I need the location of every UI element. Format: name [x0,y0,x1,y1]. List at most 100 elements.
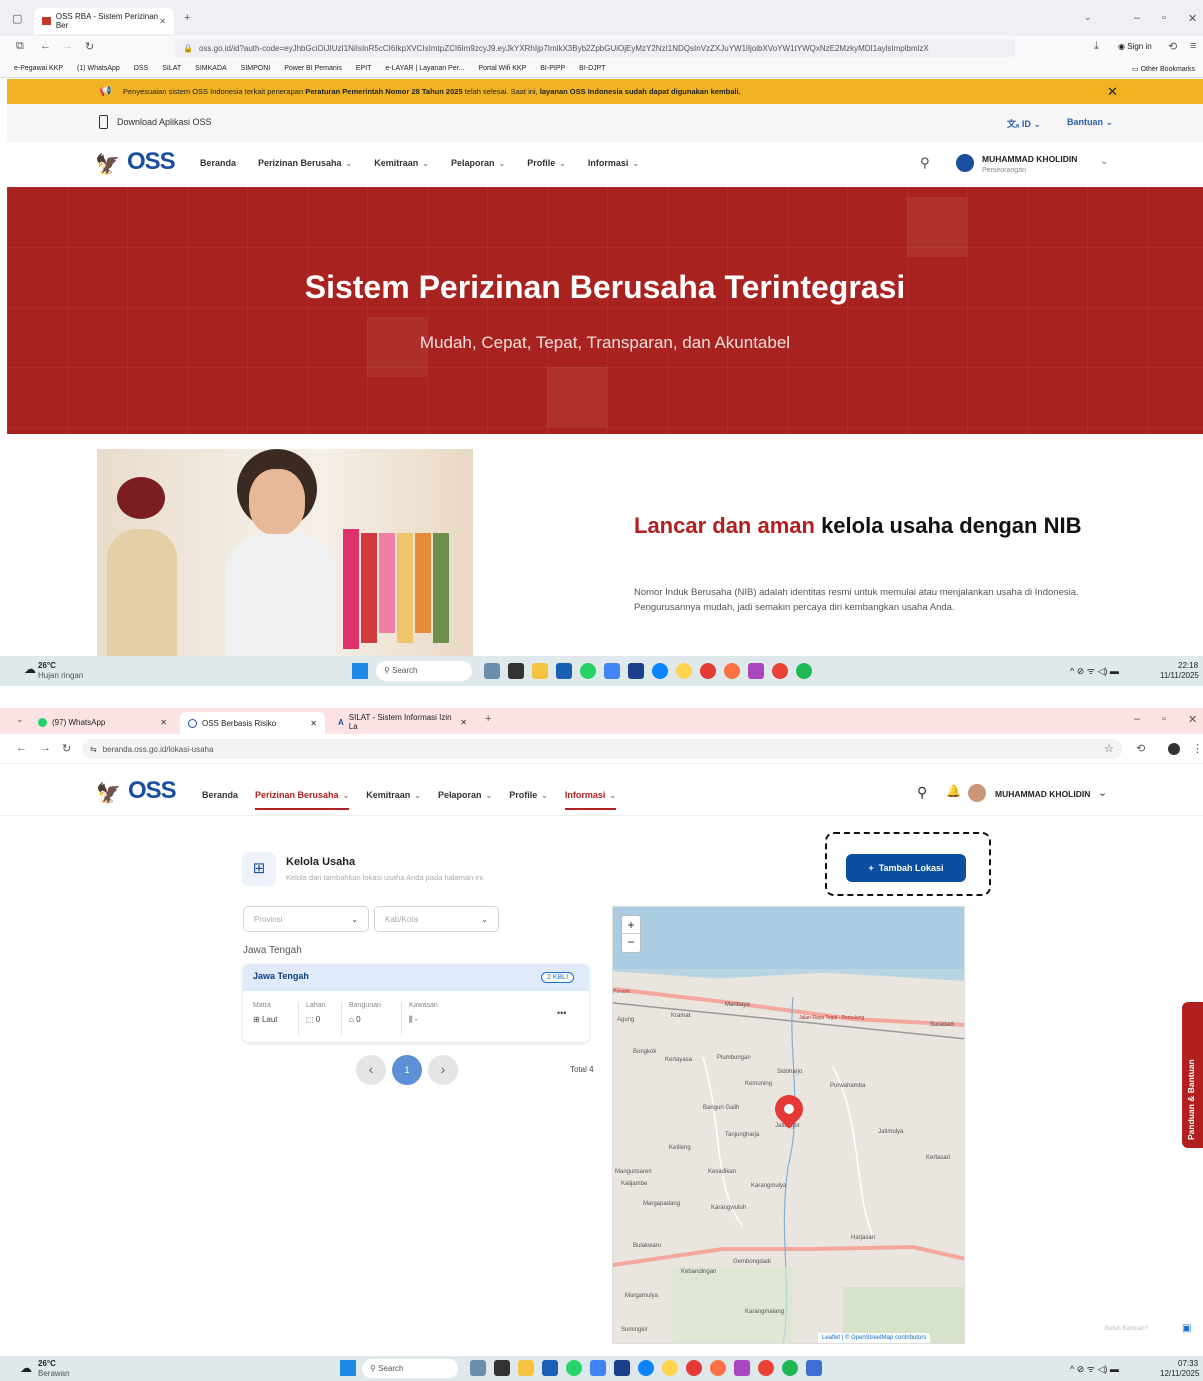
bookmark-item[interactable]: (1) WhatsApp [77,65,120,72]
firefox-icon[interactable] [710,1360,726,1376]
profile-icon[interactable] [1168,743,1180,755]
whatsapp-icon[interactable] [566,1360,582,1376]
back-icon[interactable]: ← [16,742,27,754]
weather-icon[interactable]: ☁ [20,1361,32,1375]
chevron-down-icon[interactable]: ⌄ [1098,786,1107,799]
prev-page-button[interactable]: ‹ [356,1055,386,1085]
forward-icon[interactable]: → [62,40,73,52]
chrome-icon[interactable] [772,663,788,679]
system-tray-icons[interactable]: ^ ⊘ ᯤ ◁) ▬ [1070,1362,1119,1375]
more-options-icon[interactable]: ••• [557,1008,566,1018]
new-tab-icon[interactable]: + [184,12,190,24]
taskbar-search[interactable]: ⚲ Search [376,661,472,681]
sign-in-button[interactable]: ◉ Sign in [1118,42,1152,51]
download-icon[interactable]: ⤓ [1094,40,1099,53]
menu-icon[interactable]: ≡ [1190,40,1196,52]
sidebar-toggle-icon[interactable]: ⧉ [16,40,24,53]
reload-icon[interactable]: ↻ [62,742,71,755]
app-icon[interactable] [590,1360,606,1376]
location-card[interactable]: Jawa Tengah 2 KBLI Matra ⊞ Laut Lahan ⬚ … [243,964,589,1042]
user-name[interactable]: MUHAMMAD KHOLIDIN [982,154,1077,164]
close-tab-icon[interactable]: ✕ [160,718,167,727]
other-bookmarks[interactable]: ▭ Other Bookmarks [1132,65,1195,73]
close-window-icon[interactable]: ✕ [1188,713,1197,726]
folder-icon[interactable] [518,1360,534,1376]
location-map[interactable]: Maribaya Kramat Suradadi Agung Bongkok Kertay… [612,906,965,1344]
whatsapp-icon[interactable] [580,663,596,679]
close-banner-icon[interactable]: ✕ [1107,84,1118,100]
reload-icon[interactable]: ↻ [85,40,94,53]
bookmark-item[interactable]: EPIT [356,65,372,72]
close-tab-icon[interactable]: ✕ [310,719,317,728]
maximize-icon[interactable]: ▫ [1162,713,1166,725]
app-icon[interactable] [470,1360,486,1376]
weather-icon[interactable]: ☁ [24,662,36,676]
map-attribution[interactable]: Leaflet | © OpenStreetMap contributors [818,1333,931,1343]
bookmark-item[interactable]: SIMKADA [195,65,227,72]
app-icon[interactable] [676,663,692,679]
app-icon[interactable] [662,1360,678,1376]
user-name[interactable]: MUHAMMAD KHOLIDIN [995,789,1090,799]
site-info-icon[interactable]: ⇆ [90,745,97,754]
bookmark-star-icon[interactable]: ☆ [1104,742,1114,755]
app-icon[interactable] [508,663,524,679]
app-icon[interactable] [806,1360,822,1376]
bookmark-item[interactable]: Power BI Pemanis [284,65,342,72]
download-app-link[interactable]: Download Aplikasi OSS [117,117,212,127]
avatar[interactable] [968,784,986,802]
province-select[interactable]: Provinsi ⌄ [243,906,369,932]
app-icon[interactable] [700,663,716,679]
chevron-down-icon[interactable]: ⌄ [1100,156,1108,167]
avatar[interactable] [956,154,974,172]
help-link[interactable]: Butuh Bantuan? [1105,1326,1148,1332]
nav-item-pelaporan[interactable]: Pelaporan ⌄ [438,790,492,800]
minimize-icon[interactable]: – [1134,12,1140,24]
bookmark-item[interactable]: SIMPONI [241,65,271,72]
start-icon[interactable] [340,1360,356,1376]
nav-item-informasi[interactable]: Informasi ⌄ [588,158,639,168]
app-icon[interactable] [628,663,644,679]
close-window-icon[interactable]: ✕ [1188,12,1197,25]
help-side-tab[interactable]: Panduan & Bantuan [1182,1002,1203,1148]
bookmark-item[interactable]: Portal Wifi KKP [478,65,526,72]
browser-tab-oss[interactable]: OSS RBA - Sistem Perizinan Ber ✕ [34,8,174,34]
nav-item-perizinan-berusaha[interactable]: Perizinan Berusaha ⌄ [258,158,352,168]
minimize-icon[interactable]: – [1134,713,1140,725]
start-icon[interactable] [352,663,368,679]
bookmark-item[interactable]: DSS [134,65,148,72]
app-icon[interactable] [604,663,620,679]
bookmark-item[interactable]: BI-DJPT [579,65,605,72]
nav-item-profile[interactable]: Profile ⌄ [509,790,548,800]
new-tab-icon[interactable]: + [485,713,491,725]
nav-item-beranda[interactable]: Beranda [200,158,236,168]
tab-overview-icon[interactable]: ▢ [12,12,22,25]
search-icon[interactable]: ⚲ [920,155,930,171]
app-icon[interactable] [556,663,572,679]
nav-item-perizinan-berusaha[interactable]: Perizinan Berusaha ⌄ [255,790,350,810]
spotify-icon[interactable] [796,663,812,679]
tab-list-icon[interactable]: ⌄ [16,714,24,725]
search-icon[interactable]: ⚲ [917,784,927,801]
chrome-icon[interactable] [758,1360,774,1376]
language-selector[interactable]: 文ₐ ID ⌄ [1007,117,1041,130]
nav-item-kemitraan[interactable]: Kemitraan ⌄ [374,158,429,168]
nav-item-pelaporan[interactable]: Pelaporan ⌄ [451,158,505,168]
add-location-button[interactable]: + Tambah Lokasi [846,854,966,882]
help-image-icon[interactable]: ▣ [1182,1323,1191,1334]
zoom-in-button[interactable]: + [622,916,640,934]
bookmark-item[interactable]: SILAT [162,65,181,72]
system-tray-icons[interactable]: ^ ⊘ ᯤ ◁) ▬ [1070,664,1119,677]
zoom-out-button[interactable]: − [622,934,640,952]
folder-icon[interactable] [532,663,548,679]
nav-item-kemitraan[interactable]: Kemitraan ⌄ [366,790,421,800]
app-icon[interactable] [734,1360,750,1376]
taskbar-search[interactable]: ⚲ Search [362,1359,458,1378]
app-icon[interactable] [614,1360,630,1376]
oss-logo[interactable]: OSS [128,777,177,805]
tab-list-icon[interactable]: ⌄ [1084,12,1092,23]
app-icon[interactable] [686,1360,702,1376]
spotify-icon[interactable] [782,1360,798,1376]
maximize-icon[interactable]: ▫ [1162,12,1166,24]
nav-item-informasi[interactable]: Informasi ⌄ [564,790,617,810]
app-icon[interactable] [542,1360,558,1376]
